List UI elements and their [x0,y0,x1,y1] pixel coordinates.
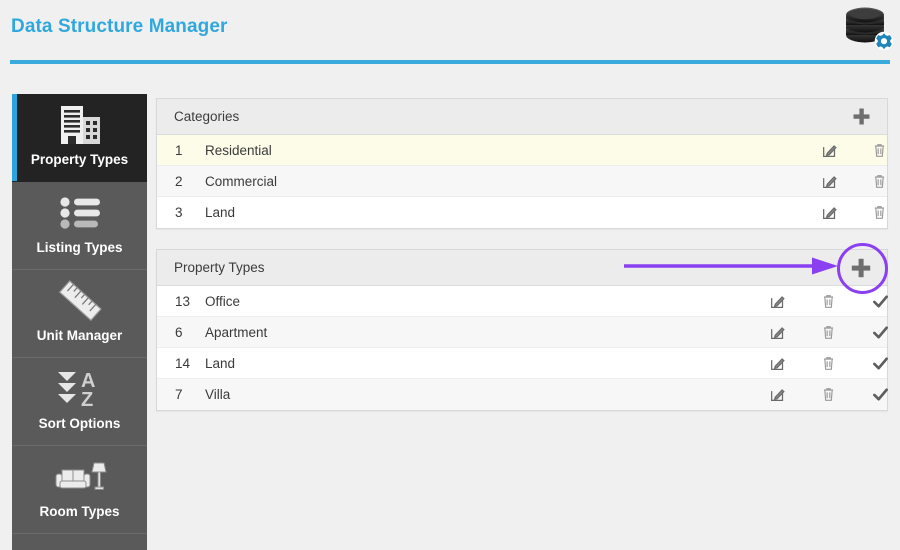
row-id: 7 [175,387,183,402]
add-property-type-button[interactable] [849,256,873,280]
edit-icon[interactable] [818,139,840,161]
table-row[interactable]: 6 Apartment [157,317,888,348]
delete-icon[interactable] [817,321,839,343]
edit-icon[interactable] [766,321,788,343]
bullet-list-icon [56,186,104,240]
delete-icon[interactable] [868,202,890,224]
sidebar-item-unit-manager[interactable]: Unit Manager [12,270,147,358]
ruler-icon [54,274,106,328]
row-actions [627,135,887,165]
check-icon[interactable] [869,384,891,406]
delete-icon[interactable] [868,139,890,161]
sidebar-item-label: Room Types [39,504,120,519]
table-row[interactable]: 1 Residential [157,135,887,166]
header-divider [10,60,890,64]
sofa-lamp-icon [52,450,108,504]
edit-icon[interactable] [766,384,788,406]
sidebar-item-label: Sort Options [38,416,121,431]
sidebar-item-listing-types[interactable]: Listing Types [12,182,147,270]
row-id: 13 [175,293,191,309]
svg-text:Z: Z [81,389,93,411]
row-actions [627,197,887,228]
delete-icon[interactable] [868,170,890,192]
row-id: 14 [175,355,191,371]
sidebar-item-label: Property Types [30,152,129,167]
delete-icon[interactable] [817,352,839,374]
categories-panel: Categories 1 Residential 2 Commercial 3 … [156,98,888,229]
sidebar-item-label: Unit Manager [36,328,123,343]
property-types-panel: Property Types 13 Office 6 Apartment 14 … [156,249,888,411]
add-category-button[interactable] [849,105,873,129]
row-name: Apartment [205,324,268,340]
categories-panel-header: Categories [157,99,887,135]
check-icon[interactable] [869,321,891,343]
row-name: Residential [205,142,272,158]
database-gear-icon [843,5,894,53]
delete-icon[interactable] [817,290,839,312]
delete-icon[interactable] [817,384,839,406]
table-row[interactable]: 7 Villa [157,379,888,410]
row-id: 1 [175,142,183,158]
check-icon[interactable] [869,352,891,374]
page-title: Data Structure Manager [11,16,228,37]
row-actions [627,379,888,410]
row-name: Villa [205,387,231,402]
property-types-panel-header: Property Types [157,250,887,286]
sidebar-item-sort-options[interactable]: A Z Sort Options [12,358,147,446]
sort-az-icon: A Z [54,362,106,416]
categories-panel-title: Categories [174,109,240,124]
table-row[interactable]: 2 Commercial [157,166,887,197]
table-row[interactable]: 13 Office [157,286,888,317]
app-header: Data Structure Manager [0,0,900,64]
sidebar: Property Types Listing Types Unit Manage… [12,94,147,550]
edit-icon[interactable] [766,290,788,312]
row-name: Land [205,205,236,220]
sidebar-item-property-types[interactable]: Property Types [12,94,147,182]
row-id: 3 [175,205,183,220]
edit-icon[interactable] [818,202,840,224]
row-name: Office [205,293,241,309]
row-id: 2 [175,173,183,189]
app-root: Data Structure Manager Property Types Li… [0,0,900,550]
edit-icon[interactable] [766,352,788,374]
edit-icon[interactable] [818,170,840,192]
building-icon [55,98,105,152]
row-name: Commercial [205,173,278,189]
table-row[interactable]: 14 Land [157,348,888,379]
row-actions [627,286,888,316]
sidebar-item-room-types[interactable]: Room Types [12,446,147,534]
row-actions [627,317,888,347]
row-id: 6 [175,324,183,340]
table-row[interactable]: 3 Land [157,197,887,228]
property-types-panel-title: Property Types [174,260,265,275]
row-name: Land [205,355,236,371]
check-icon[interactable] [869,290,891,312]
sidebar-item-label: Listing Types [36,240,123,255]
row-actions [627,348,888,378]
row-actions [627,166,887,196]
